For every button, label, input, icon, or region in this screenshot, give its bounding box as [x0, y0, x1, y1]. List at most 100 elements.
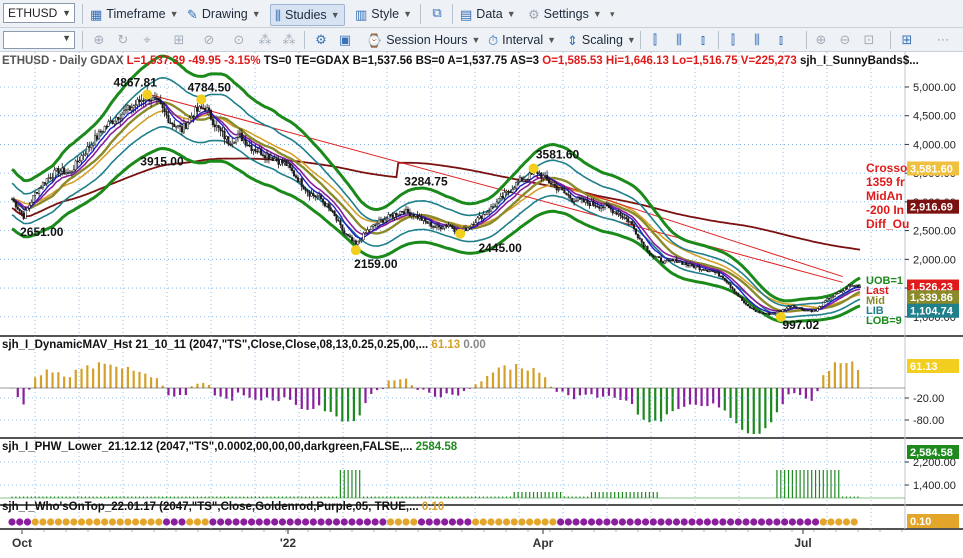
y-tick-label: 2,500.00 [913, 226, 956, 238]
who-on-top-dot [773, 518, 781, 526]
candle-body [393, 213, 396, 218]
candle-body [287, 163, 290, 166]
candle-body [561, 188, 564, 191]
candle-body [750, 307, 753, 309]
candle-body [281, 159, 284, 164]
crosshair-icon[interactable]: ⊕ [90, 31, 108, 49]
candles-icon[interactable]: ⫼ [748, 31, 766, 49]
who-on-top-dot [425, 518, 433, 526]
who-on-top-dot [587, 518, 596, 526]
candle-body [354, 240, 357, 245]
bar-chart-icon[interactable]: ⫿ [646, 31, 664, 49]
candle-body [385, 218, 388, 221]
candle-body [592, 201, 595, 206]
histogram-bar [45, 369, 48, 388]
candle-body [142, 100, 145, 102]
candle-body [308, 191, 311, 197]
candle-body [515, 181, 518, 189]
settings-button[interactable]: ⚙ Settings ▼ [528, 4, 602, 24]
candle-body [335, 215, 338, 221]
chart-area[interactable]: 4867.81 4784.50 3915.00 2651.00 2159.00 2445.… [0, 52, 963, 555]
histogram-bar [318, 388, 321, 406]
histogram-bar [260, 388, 263, 401]
refresh-icon[interactable]: ↻ [114, 31, 132, 49]
candle-body [235, 137, 238, 143]
link-windows-icon[interactable]: ⧉ [428, 4, 446, 22]
zoom-fit-icon[interactable]: ⊡ [860, 31, 878, 49]
candle-body [418, 216, 421, 219]
style-button[interactable]: ▥ Style ▼ [355, 4, 412, 24]
phw-bar [629, 492, 631, 498]
candle-body [621, 215, 624, 218]
toolbar-overflow-icon[interactable]: ▾ [610, 4, 615, 24]
candle-body [18, 208, 21, 212]
bars-icon[interactable]: ⫿ [724, 31, 742, 49]
price-annotation: 2651.00 [20, 225, 64, 239]
price-annotation: 4867.81 [114, 76, 158, 90]
symbol-selector[interactable]: ETHUSD ▼ [3, 3, 75, 23]
histogram-bar [509, 369, 512, 388]
candle-body [219, 127, 222, 131]
interval-combo[interactable]: ▼ [3, 31, 75, 49]
phw-bar [552, 492, 554, 498]
candlestick-icon[interactable]: ⫼ [670, 31, 688, 49]
chart-canvas[interactable]: 4867.81 4784.50 3915.00 2651.00 2159.00 2445.… [0, 52, 963, 555]
candle-body [491, 206, 495, 208]
candle-body [582, 198, 585, 203]
candle-body [37, 188, 41, 194]
candle-body [656, 256, 659, 258]
bars-wide-icon[interactable]: ⫾ [772, 31, 790, 49]
zoom-icon[interactable]: ⊙ [230, 31, 248, 49]
candle-body [169, 122, 172, 124]
candle-body [694, 266, 697, 269]
candle-body [824, 300, 827, 303]
session-hours-button[interactable]: ⌚ Session Hours ▼ [366, 30, 480, 50]
candle-body [267, 153, 270, 160]
histogram-bar [839, 363, 842, 388]
drawing-button[interactable]: ✎ Drawing ▼ [187, 4, 261, 24]
candle-body [690, 263, 693, 266]
candle-body [358, 240, 361, 242]
candle-body [501, 196, 504, 199]
candle-body [352, 240, 355, 242]
data-button[interactable]: ▤ Data ▼ [460, 4, 516, 24]
histogram-bar [729, 388, 732, 418]
histogram-bar [596, 388, 599, 398]
candle-body [430, 221, 433, 227]
zoom-out-icon[interactable]: ⊖ [836, 31, 854, 49]
zoom-in-icon[interactable]: ⊕ [812, 31, 830, 49]
candle-body [401, 211, 404, 213]
format-icon[interactable]: ⚙ [312, 31, 330, 49]
studies-button[interactable]: ⫼ Studies ▼ [270, 4, 345, 26]
add-chart-icon[interactable]: ⊞ [898, 31, 916, 49]
cursor-icon[interactable]: ⌖ [138, 31, 156, 49]
histogram-bar [787, 388, 790, 395]
insert-icon[interactable]: ▣ [336, 31, 354, 49]
scaling-button[interactable]: ⇕ Scaling ▼ [567, 30, 636, 50]
who-on-top-dot [549, 518, 557, 526]
price-annotation: 2445.00 [478, 241, 522, 255]
more-icon[interactable]: ⋯ [934, 31, 952, 49]
histogram-bar [410, 385, 413, 388]
histogram-bar [457, 388, 460, 396]
toolbar-divider [82, 4, 83, 24]
group-icon[interactable]: ⁂ [256, 31, 274, 49]
who-on-top-dot [541, 518, 549, 526]
timeframe-button[interactable]: ▦ Timeframe ▼ [90, 4, 178, 24]
candle-body [847, 285, 850, 290]
who-on-top-dot [325, 518, 333, 526]
lock-icon[interactable]: ⊘ [200, 31, 218, 49]
interval-button[interactable]: ⏱ Interval ▼ [488, 30, 556, 50]
candle-body [348, 235, 352, 238]
drag-icon[interactable]: ⊞ [170, 31, 188, 49]
candle-body [806, 309, 809, 312]
histogram-bar [294, 388, 298, 405]
candle-body [412, 214, 415, 217]
histogram-bar [625, 388, 628, 401]
sync-icon[interactable]: ⁂ [280, 31, 298, 49]
candle-body [758, 311, 761, 314]
who-on-top-dot [77, 518, 86, 526]
candle-body [733, 288, 736, 293]
candle-body [802, 309, 806, 312]
ohlc-icon[interactable]: ⫾ [694, 31, 712, 49]
